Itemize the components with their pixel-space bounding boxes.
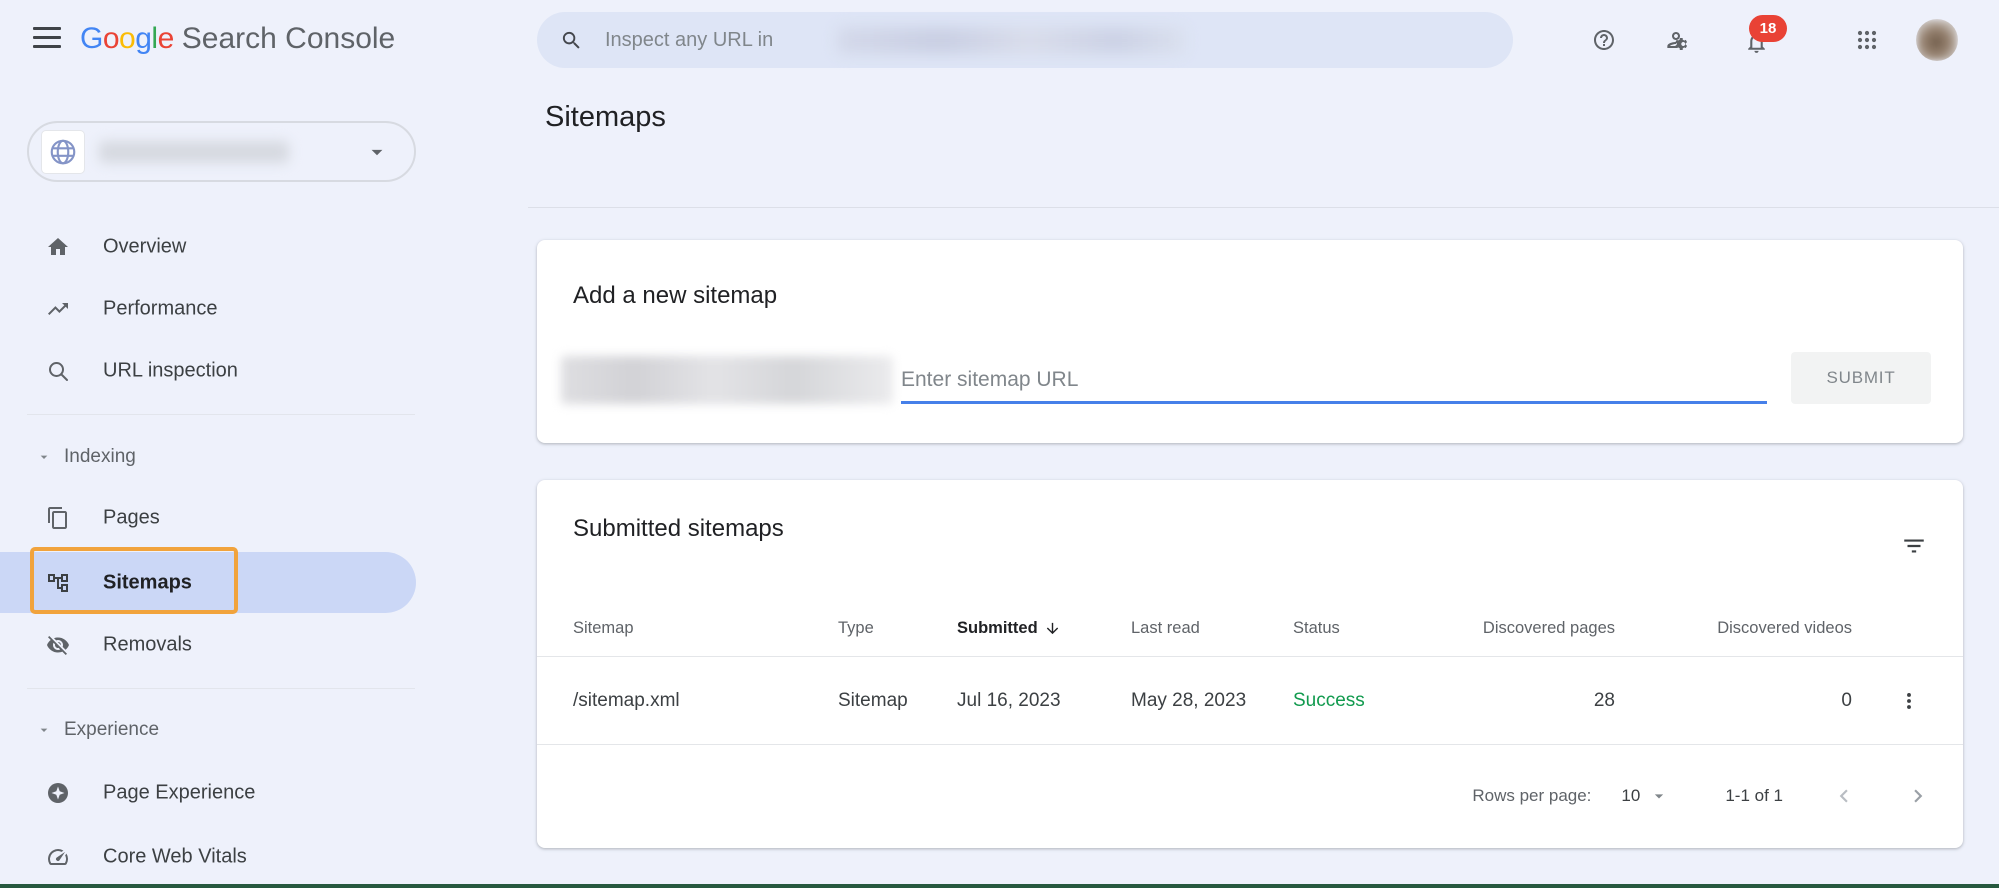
chevron-down-icon	[371, 149, 383, 155]
table-header-row: Sitemap Type Submitted Last read Status …	[537, 600, 1963, 656]
sidebar-item-pages[interactable]: Pages	[0, 487, 416, 549]
caret-down-icon	[1655, 794, 1664, 799]
column-header-discovered-videos[interactable]: Discovered videos	[1615, 619, 1852, 638]
google-search-console-app: GoogleSearch Console 18 Overview URL ins…	[0, 0, 1999, 888]
cell-type: Sitemap	[838, 689, 908, 711]
sitemaps-tree-icon	[48, 573, 68, 592]
sidebar-item-sitemaps[interactable]: Sitemaps	[0, 552, 416, 613]
sidebar-item-performance[interactable]: URL inspection Performance	[0, 278, 416, 340]
notification-count-badge: 18	[1749, 15, 1787, 42]
sidebar-item-core-web-vitals[interactable]: Core Web Vitals	[0, 826, 416, 888]
caret-down-icon	[40, 455, 48, 459]
hamburger-menu-icon[interactable]	[33, 27, 61, 51]
page-title: Sitemaps	[545, 101, 666, 133]
property-selector[interactable]	[27, 121, 416, 182]
sidebar-group-experience[interactable]: Experience	[0, 709, 416, 751]
trending-up-icon	[48, 303, 68, 315]
cell-submitted: Jul 16, 2023	[957, 689, 1061, 711]
cell-sitemap-path[interactable]: /sitemap.xml	[573, 690, 838, 712]
row-overflow-menu-icon[interactable]	[1895, 687, 1923, 715]
submit-button[interactable]: SUBMIT	[1791, 352, 1931, 404]
add-sitemap-card: Add a new sitemap SUBMIT	[537, 240, 1963, 443]
home-icon	[48, 238, 68, 255]
apps-grid-icon[interactable]	[1855, 28, 1879, 52]
search-icon	[49, 362, 68, 381]
sitemap-url-input[interactable]	[901, 358, 1767, 404]
column-header-sitemap[interactable]: Sitemap	[573, 619, 838, 638]
column-header-submitted[interactable]: Submitted	[957, 619, 1131, 638]
redacted-avatar-photo	[1916, 19, 1958, 61]
cell-discovered-videos: 0	[1841, 689, 1852, 711]
cell-last-read: May 28, 2023	[1131, 689, 1247, 711]
speedometer-icon	[48, 849, 68, 865]
search-input[interactable]	[605, 28, 1513, 52]
add-sitemap-card-title: Add a new sitemap	[573, 282, 778, 309]
table-row: /sitemap.xml Sitemap Jul 16, 2023 May 28…	[537, 657, 1963, 744]
redacted-property-name	[99, 140, 289, 163]
sidebar-divider	[27, 688, 415, 689]
user-settings-icon[interactable]	[1666, 28, 1690, 52]
sidebar-divider	[27, 414, 415, 415]
search-icon	[562, 31, 580, 49]
sort-descending-arrow-icon	[1046, 622, 1058, 634]
next-page-chevron-icon[interactable]	[1905, 783, 1931, 809]
submitted-sitemaps-title: Submitted sitemaps	[573, 515, 784, 542]
previous-page-chevron-icon[interactable]	[1831, 783, 1857, 809]
property-favicon	[41, 129, 85, 174]
filter-icon[interactable]	[1901, 533, 1929, 561]
sidebar-item-removals[interactable]: Removals	[0, 614, 416, 676]
column-header-last-read[interactable]: Last read	[1131, 619, 1293, 638]
redacted-site-url-prefix	[561, 356, 893, 404]
column-header-discovered-pages[interactable]: Discovered pages	[1453, 619, 1615, 638]
column-header-type[interactable]: Type	[838, 619, 957, 638]
globe-icon	[50, 139, 76, 164]
rows-per-page-select[interactable]: 10	[1621, 786, 1669, 806]
account-avatar[interactable]	[1916, 19, 1958, 61]
submitted-sitemaps-card: Submitted sitemaps Sitemap Type Submitte…	[537, 480, 1963, 848]
rows-per-page-label: Rows per page:	[1472, 786, 1592, 805]
eye-off-icon	[47, 636, 69, 655]
pagination-bar: Rows per page: 10 1-1 of 1	[537, 744, 1963, 848]
bottom-edge-bar	[0, 884, 1999, 888]
page-experience-star-icon	[48, 783, 68, 803]
pagination-range: 1-1 of 1	[1725, 786, 1783, 805]
google-logo: Google	[80, 22, 174, 55]
sidebar-item-url-inspection[interactable]: URL inspection	[0, 340, 416, 402]
help-icon[interactable]	[1592, 28, 1616, 52]
sidebar-item-page-experience[interactable]: Page Experience	[0, 762, 416, 824]
app-logo[interactable]: Google Search Console	[80, 22, 395, 56]
caret-down-icon	[40, 728, 48, 732]
column-header-status[interactable]: Status	[1293, 619, 1453, 638]
pages-copy-icon	[48, 507, 67, 529]
sidebar-group-indexing[interactable]: Indexing	[0, 436, 416, 478]
title-divider	[528, 207, 1999, 208]
cell-status: Success	[1293, 689, 1365, 711]
cell-discovered-pages: 28	[1593, 689, 1615, 711]
sidebar-item-overview[interactable]: Overview	[0, 216, 416, 278]
product-name: Search Console	[181, 22, 396, 55]
url-inspection-searchbar[interactable]	[537, 12, 1513, 68]
